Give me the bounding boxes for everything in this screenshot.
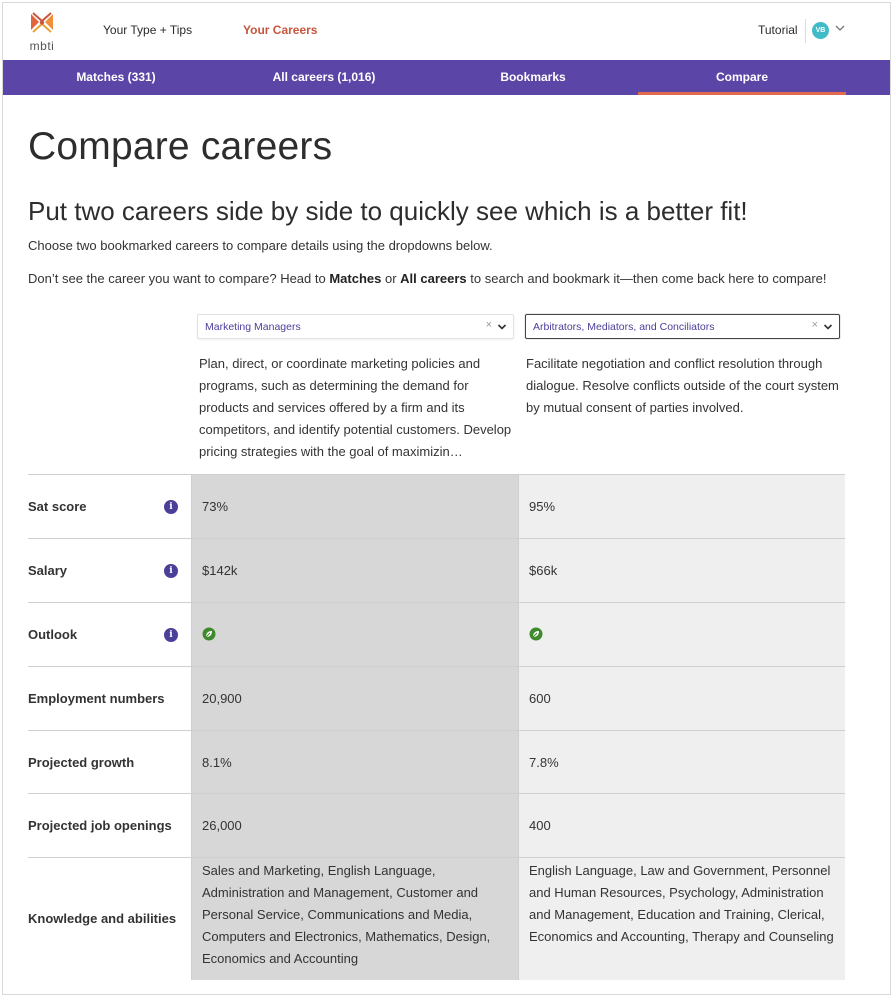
outlook-leaf-icon bbox=[529, 627, 543, 641]
mbti-logo-mark-icon bbox=[31, 12, 53, 33]
career2-description: Facilitate negotiation and conflict reso… bbox=[526, 356, 839, 415]
hint-text: Don’t see the career you want to compare… bbox=[28, 271, 827, 286]
page-title: Compare careers bbox=[28, 125, 333, 168]
tab-compare[interactable]: Compare bbox=[638, 60, 846, 95]
tutorial-link[interactable]: Tutorial bbox=[758, 23, 798, 37]
career2-clear-icon[interactable]: × bbox=[812, 319, 818, 331]
cell-value: English Language, Law and Government, Pe… bbox=[529, 863, 834, 944]
page-subtitle: Put two careers side by side to quickly … bbox=[28, 196, 748, 226]
cell-value: 73% bbox=[202, 499, 229, 514]
career2-select[interactable]: Arbitrators, Mediators, and Conciliators… bbox=[525, 314, 840, 339]
user-avatar[interactable]: VB bbox=[812, 22, 829, 39]
career2-cell: 600 bbox=[518, 667, 845, 730]
career1-cell: $142k bbox=[191, 539, 518, 602]
outlook-leaf-icon bbox=[202, 627, 216, 641]
hint-or: or bbox=[381, 271, 401, 286]
career2-cell: $66k bbox=[518, 539, 845, 602]
tab-bookmarks[interactable]: Bookmarks bbox=[431, 60, 635, 95]
table-row-employment-numbers: Employment numbers 20,900 600 bbox=[28, 666, 845, 730]
table-row-outlook: Outlook i bbox=[28, 602, 845, 666]
row-label: Knowledge and abilities bbox=[28, 911, 177, 926]
row-label: Salary bbox=[28, 563, 68, 578]
career1-cell: Sales and Marketing, English Language, A… bbox=[191, 858, 518, 980]
tab-matches[interactable]: Matches (331) bbox=[3, 60, 229, 95]
career1-cell: 26,000 bbox=[191, 794, 518, 857]
career2-chevron-down-icon[interactable] bbox=[823, 322, 833, 332]
chevron-down-icon[interactable] bbox=[834, 22, 846, 34]
info-icon[interactable]: i bbox=[164, 564, 178, 578]
mbti-logo[interactable]: mbti bbox=[27, 11, 57, 53]
career1-clear-icon[interactable]: × bbox=[486, 319, 492, 331]
career1-cell: 20,900 bbox=[191, 667, 518, 730]
top-header: mbti Your Type + Tips Your Careers Tutor… bbox=[3, 3, 890, 60]
career1-select[interactable]: Marketing Managers × bbox=[197, 314, 514, 339]
hint-prefix: Don’t see the career you want to compare… bbox=[28, 271, 330, 286]
table-row-knowledge-abilities: Knowledge and abilities Sales and Market… bbox=[28, 857, 845, 980]
nav-your-careers[interactable]: Your Careers bbox=[243, 23, 317, 37]
app-frame: mbti Your Type + Tips Your Careers Tutor… bbox=[2, 2, 891, 995]
logo-text: mbti bbox=[29, 39, 55, 53]
career1-chevron-down-icon[interactable] bbox=[497, 322, 507, 332]
career2-cell: 7.8% bbox=[518, 731, 845, 793]
row-label: Employment numbers bbox=[28, 691, 165, 706]
career1-cell bbox=[191, 603, 518, 666]
nav-your-type-tips[interactable]: Your Type + Tips bbox=[103, 23, 192, 37]
career2-cell: 400 bbox=[518, 794, 845, 857]
career2-cell: English Language, Law and Government, Pe… bbox=[518, 858, 845, 980]
table-row-sat-score: Sat score i 73% 95% bbox=[28, 474, 845, 538]
hint-all-careers-link[interactable]: All careers bbox=[400, 271, 467, 286]
tab-all-careers[interactable]: All careers (1,016) bbox=[229, 60, 419, 95]
cell-value: Sales and Marketing, English Language, A… bbox=[202, 863, 491, 966]
career1-description: Plan, direct, or coordinate marketing po… bbox=[199, 356, 512, 459]
row-label: Projected growth bbox=[28, 755, 135, 770]
cell-value: 600 bbox=[529, 691, 551, 706]
cell-value: 7.8% bbox=[529, 755, 559, 770]
cell-value: $66k bbox=[529, 563, 558, 578]
cell-value: 95% bbox=[529, 499, 556, 514]
table-row-projected-job-openings: Projected job openings 26,000 400 bbox=[28, 793, 845, 857]
cell-value: 400 bbox=[529, 818, 551, 833]
info-icon[interactable]: i bbox=[164, 500, 178, 514]
row-label: Sat score bbox=[28, 499, 87, 514]
career2-cell bbox=[518, 603, 845, 666]
career1-select-value: Marketing Managers bbox=[205, 321, 301, 333]
career1-cell: 73% bbox=[191, 475, 518, 538]
cell-value: 20,900 bbox=[202, 691, 242, 706]
career2-cell: 95% bbox=[518, 475, 845, 538]
info-icon[interactable]: i bbox=[164, 628, 178, 642]
cell-value: 8.1% bbox=[202, 755, 232, 770]
hint-matches-link[interactable]: Matches bbox=[329, 271, 381, 286]
row-label: Outlook bbox=[28, 627, 78, 642]
career2-select-value: Arbitrators, Mediators, and Conciliators bbox=[533, 321, 715, 333]
table-row-salary: Salary i $142k $66k bbox=[28, 538, 845, 602]
instruction-text: Choose two bookmarked careers to compare… bbox=[28, 238, 493, 253]
hint-suffix: to search and bookmark it—then come back… bbox=[466, 271, 827, 286]
cell-value: 26,000 bbox=[202, 818, 242, 833]
cell-value: $142k bbox=[202, 563, 238, 578]
careers-subnav: Matches (331) All careers (1,016) Bookma… bbox=[3, 60, 890, 95]
career1-cell: 8.1% bbox=[191, 731, 518, 793]
header-divider bbox=[805, 19, 806, 43]
table-row-projected-growth: Projected growth 8.1% 7.8% bbox=[28, 730, 845, 793]
row-label: Projected job openings bbox=[28, 818, 172, 833]
